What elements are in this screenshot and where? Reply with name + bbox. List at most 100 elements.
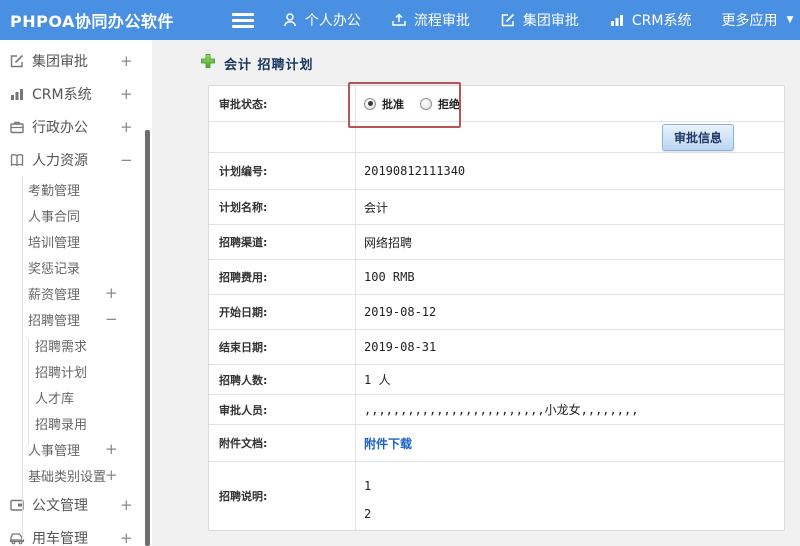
nav-group-approval[interactable]: 集团审批 (500, 10, 579, 30)
form-row-channel: 招聘渠道: 网络招聘 (209, 225, 784, 260)
form-row-cost: 招聘费用: 100 RMB (209, 260, 784, 295)
field-label: 招聘说明: (209, 462, 356, 530)
nav-label: 流程审批 (413, 13, 470, 29)
radio-approve[interactable]: 批准 (364, 96, 404, 112)
flow-icon (391, 12, 407, 28)
sidebar-scrollbar[interactable] (145, 130, 150, 546)
main-content: 会计 招聘计划 审批状态: 批准 拒绝 审批信息 计划编号: 201908121… (152, 40, 800, 546)
radio-reject[interactable]: 拒绝 (420, 96, 460, 112)
sidebar-item-label: 人事管理 (28, 443, 81, 459)
expand-toggle: + (120, 528, 133, 546)
sidebar-item-label: 招聘管理 (28, 313, 81, 329)
recruit-plan-form: 审批状态: 批准 拒绝 审批信息 计划编号: 20190812111340 计划… (208, 85, 785, 531)
form-row-description: 招聘说明: 1 2 (209, 462, 784, 530)
sidebar-item-label: 考勤管理 (28, 183, 81, 199)
chart-icon (8, 85, 25, 102)
expand-toggle: + (105, 284, 118, 302)
sidebar-item-label: 培训管理 (28, 235, 81, 251)
field-value: 批准 拒绝 (356, 86, 784, 121)
form-row-approvers: 审批人员: ,,,,,,,,,,,,,,,,,,,,,,,,,小龙女,,,,,,… (209, 395, 784, 425)
form-row-status: 审批状态: 批准 拒绝 (209, 86, 784, 122)
nav-label: 个人办公 (304, 13, 361, 29)
sidebar-item-group-approval[interactable]: 集团审批 + (0, 44, 152, 77)
sidebar-item-label: 集团审批 (32, 53, 88, 70)
expand-toggle: + (105, 440, 118, 458)
sidebar-item-label: 招聘计划 (35, 365, 88, 381)
sidebar-item-admin-office[interactable]: 行政办公 + (0, 110, 152, 143)
sidebar-item-label: 公文管理 (32, 497, 88, 514)
page-title: 会计 招聘计划 (200, 53, 314, 73)
field-label: 招聘费用: (209, 260, 356, 294)
sidebar-item-label: CRM系统 (32, 86, 92, 103)
radio-label: 批准 (382, 97, 404, 111)
field-value: 2019-08-12 (364, 305, 437, 319)
field-value: 100 RMB (364, 270, 415, 284)
sidebar-item-label: 人事合同 (28, 209, 81, 225)
edit-icon (500, 12, 516, 28)
sidebar-item-label: 招聘需求 (35, 339, 88, 355)
radio-selected-icon[interactable] (364, 97, 376, 110)
sidebar-item-label: 薪资管理 (28, 287, 81, 303)
field-value: 1 人 (364, 373, 391, 387)
nav-crm-system[interactable]: CRM系统 (609, 10, 692, 30)
hamburger-icon[interactable] (231, 12, 254, 28)
sidebar: 集团审批 + CRM系统 + 行政办公 + 人力资源 − 考勤管理 人事合同 培… (0, 40, 152, 546)
nav-label: CRM系统 (631, 13, 692, 29)
field-value: 附件下载 (356, 425, 784, 461)
form-row-attachment: 附件文档: 附件下载 (209, 425, 784, 462)
radio-unselected-icon[interactable] (420, 97, 432, 110)
tree-line (22, 176, 23, 540)
briefcase-icon (8, 118, 25, 135)
field-label-empty (209, 122, 356, 152)
form-row-start-date: 开始日期: 2019-08-12 (209, 295, 784, 330)
field-label: 招聘人数: (209, 365, 356, 394)
nav-workflow-approval[interactable]: 流程审批 (391, 10, 470, 30)
form-row-end-date: 结束日期: 2019-08-31 (209, 330, 784, 365)
expand-toggle: + (120, 495, 133, 514)
caret-down-icon: ▼ (786, 15, 794, 25)
sidebar-item-label: 奖惩记录 (28, 261, 81, 277)
button-cell: 审批信息 (356, 122, 784, 152)
attachment-download-link[interactable]: 附件下载 (364, 435, 412, 452)
field-value: 1 2 (364, 479, 372, 521)
form-row-headcount: 招聘人数: 1 人 (209, 365, 784, 395)
nav-label: 更多应用 (721, 13, 778, 29)
field-label: 附件文档: (209, 425, 356, 461)
field-label: 开始日期: (209, 295, 356, 329)
sidebar-item-crm[interactable]: CRM系统 + (0, 77, 152, 110)
field-value: 20190812111340 (364, 164, 466, 178)
field-value: ,,,,,,,,,,,,,,,,,,,,,,,,,小龙女,,,,,,,, (364, 403, 639, 417)
sidebar-item-label: 行政办公 (32, 119, 88, 136)
plus-icon (200, 53, 216, 73)
top-navigation: 个人办公 流程审批 集团审批 CRM系统 更多应用 ▼ (282, 10, 794, 30)
field-label: 结束日期: (209, 330, 356, 364)
field-value: 2019-08-31 (364, 340, 437, 354)
field-label: 审批状态: (209, 86, 356, 121)
sidebar-item-label: 人力资源 (32, 152, 88, 169)
form-row-plan-name: 计划名称: 会计 (209, 190, 784, 225)
field-label: 计划编号: (209, 153, 356, 189)
page-title-text: 会计 招聘计划 (224, 57, 314, 73)
radio-label: 拒绝 (438, 97, 460, 111)
form-row-button: 审批信息 (209, 122, 784, 153)
approval-info-button[interactable]: 审批信息 (661, 123, 734, 151)
sidebar-item-label: 用车管理 (32, 530, 88, 546)
nav-label: 集团审批 (522, 13, 579, 29)
edit-icon (8, 52, 25, 69)
tree-line (28, 338, 29, 446)
form-row-plan-number: 计划编号: 20190812111340 (209, 153, 784, 190)
field-value: 网络招聘 (364, 235, 413, 250)
sidebar-item-hr[interactable]: 人力资源 − (0, 143, 152, 176)
status-radio-group: 批准 拒绝 (364, 96, 460, 112)
field-label: 招聘渠道: (209, 225, 356, 259)
nav-more-apps[interactable]: 更多应用 ▼ (722, 10, 794, 30)
person-icon (282, 12, 298, 28)
app-brand: PHPOA协同办公软件 (10, 12, 174, 31)
nav-personal-office[interactable]: 个人办公 (282, 10, 361, 30)
collapse-toggle: − (120, 150, 133, 169)
expand-toggle: + (120, 84, 133, 103)
expand-toggle: + (120, 117, 133, 136)
collapse-toggle: − (105, 310, 118, 328)
field-label: 计划名称: (209, 190, 356, 224)
chart-icon (609, 12, 625, 28)
